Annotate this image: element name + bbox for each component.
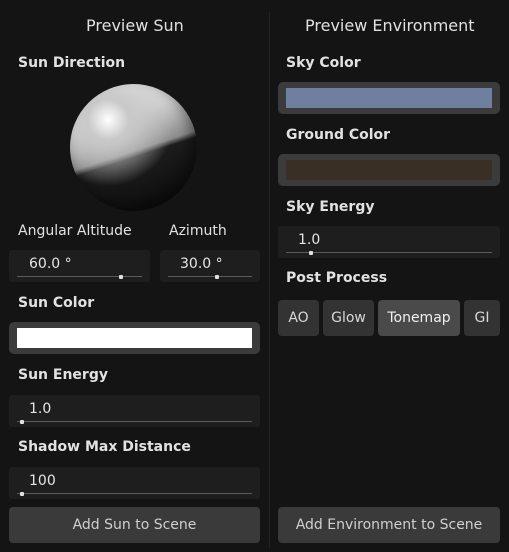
sun-energy-value: 1.0 [29,401,52,417]
azimuth-label: Azimuth [169,223,227,239]
azimuth-slider-track [168,276,252,277]
sky-energy-spinbox[interactable]: 1.0 [278,226,500,258]
add-sun-to-scene-button[interactable]: Add Sun to Scene [9,507,260,543]
panel-divider [269,12,270,548]
sun-color-label: Sun Color [18,295,95,311]
sky-color-picker-button[interactable] [278,82,500,114]
azimuth-value: 30.0 ° [180,256,223,272]
preview-environment-title: Preview Environment [305,16,475,35]
sun-color-picker-button[interactable] [9,322,260,354]
shadow-max-distance-spinbox[interactable]: 100 [9,467,260,499]
shadow-max-distance-slider-track [17,493,252,494]
post-process-glow-button[interactable]: Glow [323,300,374,336]
sky-color-label: Sky Color [286,55,361,71]
sun-color-swatch [17,328,252,348]
preview-sun-title: Preview Sun [86,16,184,35]
add-environment-to-scene-button[interactable]: Add Environment to Scene [278,507,500,543]
sun-energy-spinbox[interactable]: 1.0 [9,395,260,427]
sky-color-swatch [286,88,492,108]
shadow-max-distance-slider-knob[interactable] [20,492,24,496]
sun-energy-label: Sun Energy [18,367,108,383]
sun-energy-slider-track [17,421,252,422]
ground-color-swatch [286,160,492,180]
sky-energy-slider-track [286,252,492,253]
angular-altitude-value: 60.0 ° [29,256,72,272]
post-process-tonemap-button[interactable]: Tonemap [378,300,460,336]
post-process-ao-button[interactable]: AO [278,300,319,336]
sky-energy-label: Sky Energy [286,199,375,215]
angular-altitude-label: Angular Altitude [18,223,132,239]
azimuth-slider-knob[interactable] [215,275,219,279]
post-process-label: Post Process [286,270,388,286]
sky-energy-value: 1.0 [298,232,321,248]
sun-direction-label: Sun Direction [18,55,126,71]
shadow-max-distance-label: Shadow Max Distance [18,439,191,455]
ground-color-picker-button[interactable] [278,154,500,186]
sun-direction-sphere[interactable] [70,84,197,211]
angular-altitude-slider-knob[interactable] [119,275,123,279]
sun-energy-slider-knob[interactable] [20,420,24,424]
azimuth-spinbox[interactable]: 30.0 ° [160,250,260,282]
sky-energy-slider-knob[interactable] [309,251,313,255]
post-process-gi-button[interactable]: GI [464,300,500,336]
angular-altitude-spinbox[interactable]: 60.0 ° [9,250,150,282]
shadow-max-distance-value: 100 [29,473,56,489]
angular-altitude-slider-track [17,276,142,277]
ground-color-label: Ground Color [286,127,391,143]
